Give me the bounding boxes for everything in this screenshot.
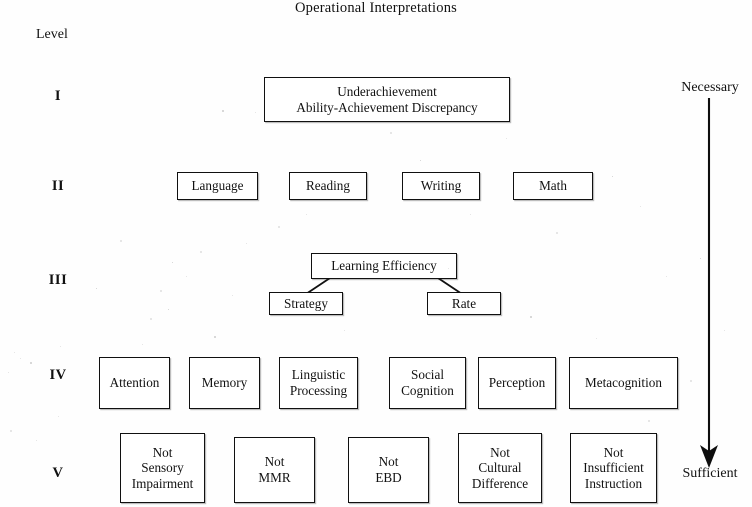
node-label: Not Cultural Difference	[471, 444, 529, 491]
node-not-sensory-impairment[interactable]: Not Sensory Impairment	[120, 433, 205, 503]
node-label: Rate	[451, 295, 477, 311]
node-social-cognition[interactable]: Social Cognition	[389, 357, 466, 409]
node-memory[interactable]: Memory	[189, 357, 260, 409]
sufficient-label: Sufficient	[682, 466, 738, 481]
diagram-canvas: Operational Interpretations Level I II I…	[0, 0, 752, 507]
node-label: Learning Efficiency	[331, 258, 437, 274]
node-label: Social Cognition	[401, 367, 454, 398]
node-strategy[interactable]: Strategy	[269, 292, 343, 315]
node-label: Not Insufficient Instruction	[583, 444, 644, 491]
node-linguistic-processing[interactable]: Linguistic Processing	[279, 357, 358, 409]
node-metacognition[interactable]: Metacognition	[569, 357, 678, 409]
node-label: Not MMR	[258, 454, 291, 485]
node-label: Memory	[201, 375, 248, 391]
node-attention[interactable]: Attention	[99, 357, 170, 409]
node-label: Metacognition	[585, 375, 662, 391]
node-learning-efficiency[interactable]: Learning Efficiency	[311, 253, 457, 279]
node-not-cultural-difference[interactable]: Not Cultural Difference	[458, 433, 542, 503]
node-label: Linguistic Processing	[289, 367, 348, 398]
node-label: Not Sensory Impairment	[131, 444, 194, 491]
node-label: Strategy	[284, 295, 328, 311]
node-label: Attention	[109, 375, 160, 391]
node-rate[interactable]: Rate	[427, 292, 501, 315]
necessary-sufficient-arrow	[700, 98, 718, 468]
necessary-label: Necessary	[681, 80, 739, 95]
node-label: Perception	[488, 375, 546, 391]
node-not-insufficient-instruction[interactable]: Not Insufficient Instruction	[570, 433, 657, 503]
node-perception[interactable]: Perception	[478, 357, 556, 409]
node-not-mmr[interactable]: Not MMR	[234, 437, 315, 503]
node-not-ebd[interactable]: Not EBD	[348, 437, 429, 503]
node-label: Not EBD	[375, 454, 402, 485]
